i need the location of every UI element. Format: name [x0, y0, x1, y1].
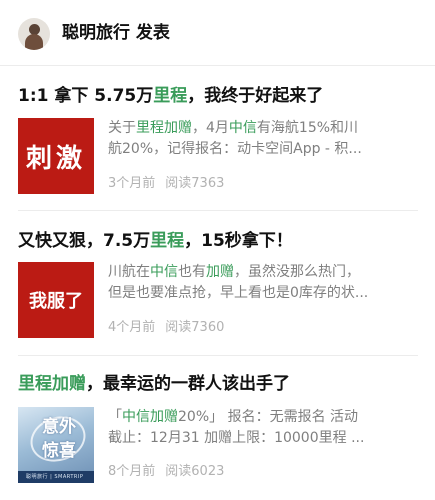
summary-text: ，虽然没那么热门， [234, 264, 360, 280]
title-part: 1:1 拿下 5.75万 [18, 86, 154, 106]
summary-line: 航20%，记得报名：动卡空间App - 积... [108, 139, 420, 160]
article-reads: 阅读7363 [165, 176, 225, 191]
title-part: ，最幸运的一群人该出手了 [86, 374, 290, 394]
article-summary[interactable]: 川航在中信也有加赠，虽然没那么热门， 但是也要准点抢，早上看也是0库存的状... [108, 262, 420, 304]
header-action-label: 发表 [135, 23, 170, 43]
summary-text: 「 [108, 409, 122, 425]
avatar-body-shape [25, 34, 43, 50]
summary-line: 「中信加赠20%」 报名：无需报名 活动 [108, 407, 420, 428]
article-reads: 阅读6023 [165, 464, 225, 479]
summary-text: 也有 [178, 264, 206, 280]
article-thumbnail[interactable]: 刺激 [18, 118, 94, 194]
title-part: ，15秒拿下！ [184, 231, 293, 251]
summary-highlight: 中信 [228, 120, 257, 136]
title-highlight: 里程加赠 [18, 374, 86, 394]
article-divider [18, 210, 418, 211]
summary-text: 但是也要准点抢，早上看也是0库存的状... [108, 285, 369, 301]
summary-text: 航20%，记得报名：动卡空间App - 积... [108, 141, 362, 157]
summary-highlight: 加赠 [206, 264, 234, 280]
account-avatar[interactable] [18, 18, 50, 50]
thumbnail-footer: 聪明旅行 | SMARTRIP [18, 471, 94, 483]
article-time: 8个月前 [108, 464, 156, 479]
article-reads: 阅读7360 [165, 320, 225, 335]
thumbnail-text: 意外惊喜 [42, 417, 76, 461]
article-title[interactable]: 里程加赠，最幸运的一群人该出手了 [18, 372, 423, 396]
summary-line: 关于里程加赠，4月中信有海航15%和川 [108, 118, 420, 139]
summary-line: 截止：12月31 加赠上限：10000里程 ... [108, 428, 420, 449]
article-meta: 4个月前 阅读7360 [108, 319, 224, 337]
article-title[interactable]: 又快又狠，7.5万里程，15秒拿下！ [18, 229, 423, 253]
account-name[interactable]: 聪明旅行 [62, 23, 130, 43]
article-summary[interactable]: 关于里程加赠，4月中信有海航15%和川 航20%，记得报名：动卡空间App - … [108, 118, 420, 160]
title-highlight: 里程 [153, 86, 188, 106]
account-header: 聪明旅行 发表 [0, 0, 435, 66]
article-thumbnail[interactable]: 意外惊喜 聪明旅行 | SMARTRIP [18, 407, 94, 483]
title-part: ，我终于好起来了 [187, 86, 324, 106]
summary-text: 截止：12月31 加赠上限：10000里程 ... [108, 430, 365, 446]
summary-text: 有海航15%和川 [256, 120, 359, 136]
header-title[interactable]: 聪明旅行 发表 [62, 22, 170, 44]
article-thumbnail[interactable]: 我服了 [18, 262, 94, 338]
summary-line: 川航在中信也有加赠，虽然没那么热门， [108, 262, 420, 283]
thumbnail-text: 我服了 [29, 291, 83, 312]
summary-highlight: 中信加赠 [122, 409, 178, 425]
summary-highlight: 中信 [150, 264, 178, 280]
summary-highlight: 里程加赠 [136, 120, 192, 136]
summary-line: 但是也要准点抢，早上看也是0库存的状... [108, 283, 420, 304]
thumbnail-text: 刺激 [25, 143, 86, 174]
article-meta: 3个月前 阅读7363 [108, 175, 224, 193]
article-summary[interactable]: 「中信加赠20%」 报名：无需报名 活动 截止：12月31 加赠上限：10000… [108, 407, 420, 449]
summary-text: 川航在 [108, 264, 150, 280]
article-title[interactable]: 1:1 拿下 5.75万里程，我终于好起来了 [18, 84, 423, 108]
summary-text: 关于 [108, 120, 136, 136]
article-time: 4个月前 [108, 320, 156, 335]
title-part: 又快又狠，7.5万 [18, 231, 151, 251]
summary-text: ，4月 [192, 120, 229, 136]
article-divider [18, 355, 418, 356]
title-highlight: 里程 [150, 231, 185, 251]
article-meta: 8个月前 阅读6023 [108, 463, 224, 481]
summary-text: 20%」 报名：无需报名 活动 [178, 409, 359, 425]
article-time: 3个月前 [108, 176, 156, 191]
